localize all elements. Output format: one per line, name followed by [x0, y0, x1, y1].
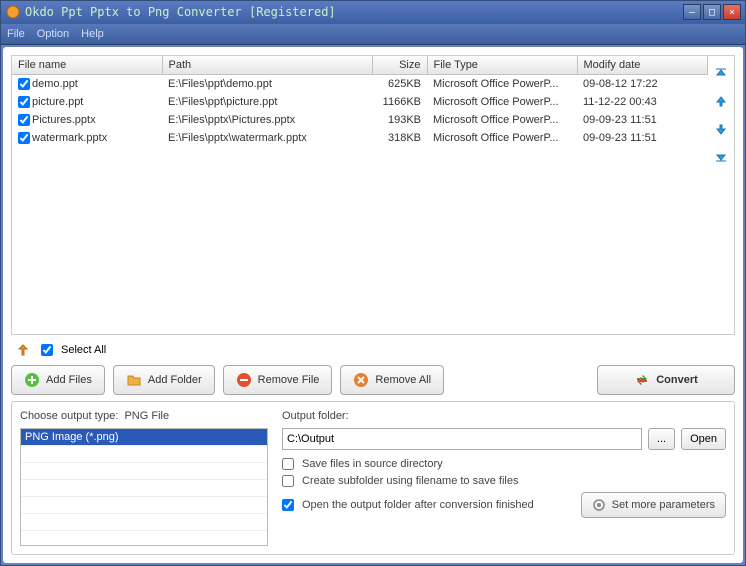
table-row[interactable]: watermark.pptx E:\Files\pptx\watermark.p… — [12, 129, 708, 147]
choose-type-label: Choose output type: — [20, 410, 118, 422]
remove-all-label: Remove All — [375, 374, 431, 386]
col-filetype[interactable]: File Type — [427, 56, 577, 75]
cell-name: Pictures.pptx — [32, 114, 96, 126]
cell-name: watermark.pptx — [32, 132, 107, 144]
folder-icon — [126, 372, 142, 388]
move-up-button[interactable] — [712, 92, 730, 110]
window-title: Okdo Ppt Pptx to Png Converter [Register… — [25, 5, 683, 19]
maximize-button[interactable]: □ — [703, 4, 721, 20]
cell-path: E:\Files\ppt\picture.ppt — [162, 93, 372, 111]
cell-type: Microsoft Office PowerP... — [427, 111, 577, 129]
cell-size: 193KB — [372, 111, 427, 129]
app-icon — [5, 4, 21, 20]
plus-icon — [24, 372, 40, 388]
output-folder-input[interactable] — [282, 428, 642, 450]
cell-type: Microsoft Office PowerP... — [427, 129, 577, 147]
move-bottom-button[interactable] — [712, 148, 730, 166]
cell-modify: 11-12-22 00:43 — [577, 93, 708, 111]
cell-type: Microsoft Office PowerP... — [427, 75, 577, 94]
up-folder-icon[interactable] — [15, 343, 31, 357]
remove-file-button[interactable]: Remove File — [223, 365, 333, 395]
remove-file-label: Remove File — [258, 374, 320, 386]
open-after-checkbox[interactable] — [282, 499, 294, 511]
cell-path: E:\Files\ppt\demo.ppt — [162, 75, 372, 94]
titlebar: Okdo Ppt Pptx to Png Converter [Register… — [1, 1, 745, 24]
save-source-checkbox[interactable] — [282, 458, 294, 470]
current-type-label: PNG File — [124, 410, 169, 422]
row-checkbox[interactable] — [18, 78, 30, 90]
remove-all-icon — [353, 372, 369, 388]
file-list-panel: File name Path Size File Type Modify dat… — [11, 55, 735, 335]
type-option-empty — [21, 514, 267, 531]
browse-button[interactable]: ... — [648, 428, 675, 450]
output-folder-label: Output folder: — [282, 410, 349, 422]
convert-icon — [634, 372, 650, 388]
action-buttons: Add Files Add Folder Remove File Remove … — [11, 365, 735, 395]
table-row[interactable]: demo.ppt E:\Files\ppt\demo.ppt 625KB Mic… — [12, 75, 708, 94]
row-checkbox[interactable] — [18, 132, 30, 144]
convert-label: Convert — [656, 374, 698, 386]
menu-file[interactable]: File — [7, 28, 25, 40]
move-down-button[interactable] — [712, 120, 730, 138]
menu-help[interactable]: Help — [81, 28, 104, 40]
close-button[interactable]: × — [723, 4, 741, 20]
create-subfolder-checkbox[interactable] — [282, 475, 294, 487]
cell-modify: 09-08-12 17:22 — [577, 75, 708, 94]
open-after-label: Open the output folder after conversion … — [302, 499, 534, 511]
output-folder-section: Output folder: ... Open Save files in so… — [282, 410, 726, 546]
gear-icon — [592, 498, 606, 512]
file-table-container: File name Path Size File Type Modify dat… — [12, 56, 708, 334]
col-modify[interactable]: Modify date — [577, 56, 708, 75]
file-table: File name Path Size File Type Modify dat… — [12, 56, 708, 147]
cell-modify: 09-09-23 11:51 — [577, 129, 708, 147]
cell-size: 1166KB — [372, 93, 427, 111]
type-option-empty — [21, 446, 267, 463]
cell-path: E:\Files\pptx\Pictures.pptx — [162, 111, 372, 129]
col-path[interactable]: Path — [162, 56, 372, 75]
open-folder-button[interactable]: Open — [681, 428, 726, 450]
move-top-button[interactable] — [712, 64, 730, 82]
cell-name: picture.ppt — [32, 96, 83, 108]
cell-name: demo.ppt — [32, 78, 78, 90]
add-folder-label: Add Folder — [148, 374, 202, 386]
menu-option[interactable]: Option — [37, 28, 69, 40]
add-folder-button[interactable]: Add Folder — [113, 365, 215, 395]
select-all-label: Select All — [61, 344, 106, 356]
select-all-checkbox[interactable] — [41, 344, 53, 356]
set-parameters-button[interactable]: Set more parameters — [581, 492, 726, 518]
set-parameters-label: Set more parameters — [612, 499, 715, 511]
cell-size: 625KB — [372, 75, 427, 94]
content-area: File name Path Size File Type Modify dat… — [3, 47, 743, 563]
output-panel: Choose output type: PNG File PNG Image (… — [11, 401, 735, 555]
create-subfolder-label: Create subfolder using filename to save … — [302, 475, 518, 487]
output-type-section: Choose output type: PNG File PNG Image (… — [20, 410, 268, 546]
col-filename[interactable]: File name — [12, 56, 162, 75]
type-option-png[interactable]: PNG Image (*.png) — [21, 429, 267, 446]
add-files-button[interactable]: Add Files — [11, 365, 105, 395]
app-window: Okdo Ppt Pptx to Png Converter [Register… — [0, 0, 746, 566]
cell-type: Microsoft Office PowerP... — [427, 93, 577, 111]
table-row[interactable]: Pictures.pptx E:\Files\pptx\Pictures.ppt… — [12, 111, 708, 129]
cell-modify: 09-09-23 11:51 — [577, 111, 708, 129]
type-option-empty — [21, 463, 267, 480]
reorder-buttons — [708, 56, 734, 334]
menubar: File Option Help — [1, 24, 745, 45]
col-size[interactable]: Size — [372, 56, 427, 75]
table-row[interactable]: picture.ppt E:\Files\ppt\picture.ppt 116… — [12, 93, 708, 111]
minimize-button[interactable]: – — [683, 4, 701, 20]
output-type-list[interactable]: PNG Image (*.png) — [20, 428, 268, 546]
row-checkbox[interactable] — [18, 114, 30, 126]
convert-button[interactable]: Convert — [597, 365, 735, 395]
add-files-label: Add Files — [46, 374, 92, 386]
cell-size: 318KB — [372, 129, 427, 147]
save-source-label: Save files in source directory — [302, 458, 443, 470]
window-controls: – □ × — [683, 4, 741, 20]
minus-icon — [236, 372, 252, 388]
type-option-empty — [21, 480, 267, 497]
cell-path: E:\Files\pptx\watermark.pptx — [162, 129, 372, 147]
select-all-row: Select All — [11, 341, 735, 359]
type-option-empty — [21, 497, 267, 514]
remove-all-button[interactable]: Remove All — [340, 365, 444, 395]
row-checkbox[interactable] — [18, 96, 30, 108]
